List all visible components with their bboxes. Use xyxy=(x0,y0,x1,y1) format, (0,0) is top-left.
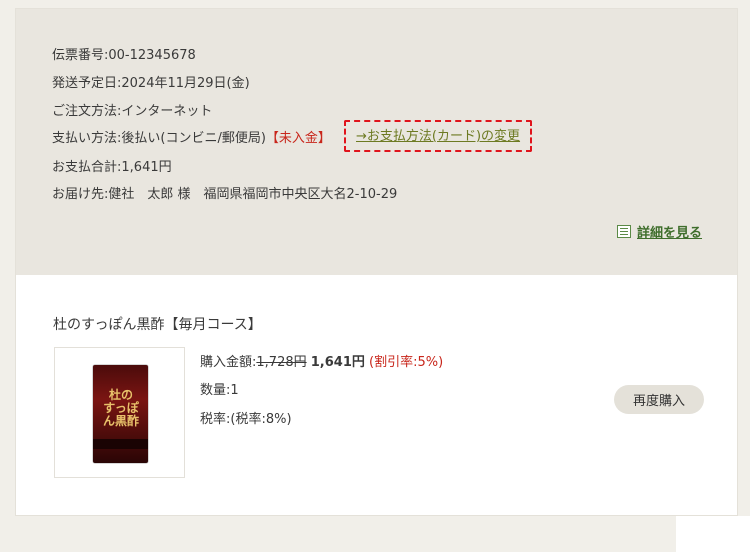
qty-label: 数量: xyxy=(200,383,231,398)
change-payment-link[interactable]: →お支払方法(カード)の変更 xyxy=(356,129,520,145)
qty-value: 1 xyxy=(230,383,239,398)
slip-value: 00-12345678 xyxy=(108,48,196,63)
dest-label: お届け先: xyxy=(52,187,109,202)
view-details-label: 詳細を見る xyxy=(637,226,703,241)
slip-number: 伝票番号:00-12345678 xyxy=(52,48,196,64)
price-label: 購入金額: xyxy=(200,355,257,370)
method-label: ご注文方法: xyxy=(52,104,122,119)
order-info-panel: 伝票番号:00-12345678 発送予定日:2024年11月29日(金) ご注… xyxy=(16,9,737,275)
total-label: お支払合計: xyxy=(52,160,122,175)
order-card: 伝票番号:00-12345678 発送予定日:2024年11月29日(金) ご注… xyxy=(15,8,738,516)
pay-value: 後払い(コンビニ/郵便局) xyxy=(121,131,266,146)
document-list-icon xyxy=(617,225,631,238)
tax-value: (税率:8%) xyxy=(230,412,292,427)
delivery-address: お届け先:健社 太郎 様 福岡県福岡市中央区大名2-10-29 xyxy=(52,187,397,203)
package-label: 杜のすっぽん黒酢 xyxy=(103,388,140,428)
corner-fill xyxy=(676,516,750,552)
payment-status-badge: 【未入金】 xyxy=(265,131,331,146)
tax-rate: 税率:(税率:8%) xyxy=(200,412,292,428)
product-package: 杜のすっぽん黒酢 xyxy=(93,365,148,463)
purchase-price: 購入金額:1,728円 1,641円 (割引率:5%) xyxy=(200,355,443,371)
ship-value: 2024年11月29日(金) xyxy=(121,76,250,91)
ship-label: 発送予定日: xyxy=(52,76,122,91)
price-new: 1,641円 xyxy=(310,355,365,370)
product-image[interactable]: 杜のすっぽん黒酢 xyxy=(54,347,185,478)
slip-label: 伝票番号: xyxy=(52,48,109,63)
order-method: ご注文方法:インターネット xyxy=(52,104,212,120)
total-value: 1,641円 xyxy=(121,160,172,175)
tax-label: 税率: xyxy=(200,412,231,427)
method-value: インターネット xyxy=(121,104,213,119)
ship-date: 発送予定日:2024年11月29日(金) xyxy=(52,76,250,92)
discount-rate: (割引率:5%) xyxy=(369,355,444,370)
payment-total: お支払合計:1,641円 xyxy=(52,160,172,176)
price-old: 1,728円 xyxy=(256,355,307,370)
quantity: 数量:1 xyxy=(200,383,239,399)
product-title: 杜のすっぽん黒酢【毎月コース】 xyxy=(53,317,262,333)
payment-method: 支払い方法:後払い(コンビニ/郵便局)【未入金】 xyxy=(52,131,331,147)
rebuy-button[interactable]: 再度購入 xyxy=(614,385,704,414)
package-band xyxy=(93,439,148,449)
pay-label: 支払い方法: xyxy=(52,131,122,146)
dest-value: 健社 太郎 様 福岡県福岡市中央区大名2-10-29 xyxy=(108,187,398,202)
view-details-link[interactable]: 詳細を見る xyxy=(617,222,702,241)
